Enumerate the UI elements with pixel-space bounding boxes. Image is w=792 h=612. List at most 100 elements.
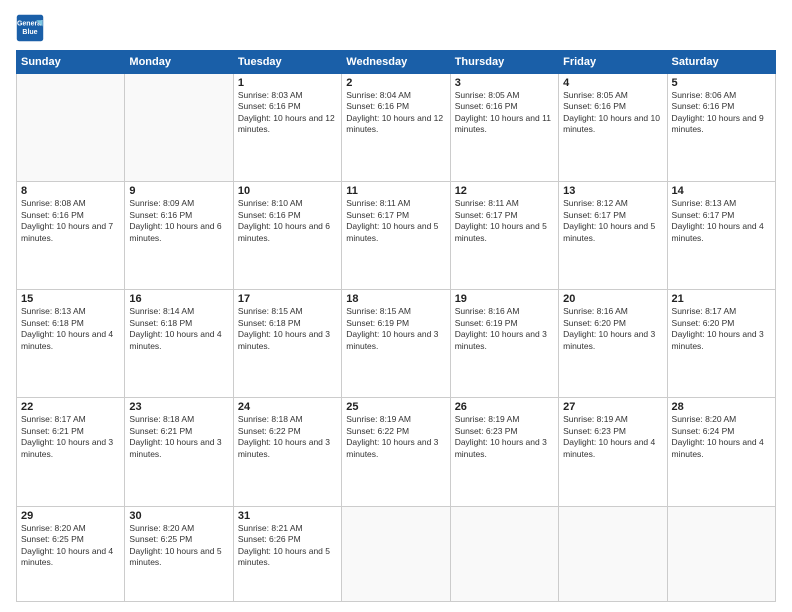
calendar-cell: 20Sunrise: 8:16 AM Sunset: 6:20 PM Dayli… (559, 290, 667, 398)
day-info: Sunrise: 8:16 AM Sunset: 6:20 PM Dayligh… (563, 306, 662, 352)
day-info: Sunrise: 8:10 AM Sunset: 6:16 PM Dayligh… (238, 198, 337, 244)
header-tuesday: Tuesday (233, 51, 341, 74)
day-info: Sunrise: 8:03 AM Sunset: 6:16 PM Dayligh… (238, 90, 337, 136)
calendar-cell (667, 506, 775, 601)
calendar-week-row: 22Sunrise: 8:17 AM Sunset: 6:21 PM Dayli… (17, 398, 776, 506)
header-thursday: Thursday (450, 51, 558, 74)
day-number: 12 (455, 185, 554, 197)
day-number: 15 (21, 293, 120, 305)
day-info: Sunrise: 8:13 AM Sunset: 6:17 PM Dayligh… (672, 198, 771, 244)
day-info: Sunrise: 8:09 AM Sunset: 6:16 PM Dayligh… (129, 198, 228, 244)
calendar-cell: 26Sunrise: 8:19 AM Sunset: 6:23 PM Dayli… (450, 398, 558, 506)
day-info: Sunrise: 8:17 AM Sunset: 6:21 PM Dayligh… (21, 414, 120, 460)
day-number: 27 (563, 401, 662, 413)
logo: General Blue (16, 14, 44, 42)
day-info: Sunrise: 8:19 AM Sunset: 6:23 PM Dayligh… (563, 414, 662, 460)
day-info: Sunrise: 8:20 AM Sunset: 6:25 PM Dayligh… (129, 523, 228, 569)
day-number: 22 (21, 401, 120, 413)
day-number: 2 (346, 77, 445, 89)
calendar-header-row: SundayMondayTuesdayWednesdayThursdayFrid… (17, 51, 776, 74)
day-number: 28 (672, 401, 771, 413)
day-info: Sunrise: 8:14 AM Sunset: 6:18 PM Dayligh… (129, 306, 228, 352)
day-number: 1 (238, 77, 337, 89)
calendar-week-row: 1Sunrise: 8:03 AM Sunset: 6:16 PM Daylig… (17, 74, 776, 182)
calendar-cell: 21Sunrise: 8:17 AM Sunset: 6:20 PM Dayli… (667, 290, 775, 398)
calendar-cell: 3Sunrise: 8:05 AM Sunset: 6:16 PM Daylig… (450, 74, 558, 182)
day-number: 9 (129, 185, 228, 197)
calendar-cell: 16Sunrise: 8:14 AM Sunset: 6:18 PM Dayli… (125, 290, 233, 398)
day-info: Sunrise: 8:13 AM Sunset: 6:18 PM Dayligh… (21, 306, 120, 352)
calendar-cell: 17Sunrise: 8:15 AM Sunset: 6:18 PM Dayli… (233, 290, 341, 398)
page-header: General Blue (16, 14, 776, 42)
calendar-cell: 15Sunrise: 8:13 AM Sunset: 6:18 PM Dayli… (17, 290, 125, 398)
calendar-cell (125, 74, 233, 182)
calendar-cell: 4Sunrise: 8:05 AM Sunset: 6:16 PM Daylig… (559, 74, 667, 182)
calendar-cell: 5Sunrise: 8:06 AM Sunset: 6:16 PM Daylig… (667, 74, 775, 182)
day-info: Sunrise: 8:20 AM Sunset: 6:25 PM Dayligh… (21, 523, 120, 569)
day-number: 18 (346, 293, 445, 305)
day-number: 23 (129, 401, 228, 413)
calendar-cell: 31Sunrise: 8:21 AM Sunset: 6:26 PM Dayli… (233, 506, 341, 601)
header-wednesday: Wednesday (342, 51, 450, 74)
calendar-week-row: 8Sunrise: 8:08 AM Sunset: 6:16 PM Daylig… (17, 182, 776, 290)
calendar-cell: 11Sunrise: 8:11 AM Sunset: 6:17 PM Dayli… (342, 182, 450, 290)
calendar-cell (342, 506, 450, 601)
day-info: Sunrise: 8:18 AM Sunset: 6:22 PM Dayligh… (238, 414, 337, 460)
day-info: Sunrise: 8:17 AM Sunset: 6:20 PM Dayligh… (672, 306, 771, 352)
day-info: Sunrise: 8:16 AM Sunset: 6:19 PM Dayligh… (455, 306, 554, 352)
day-info: Sunrise: 8:21 AM Sunset: 6:26 PM Dayligh… (238, 523, 337, 569)
day-number: 26 (455, 401, 554, 413)
day-number: 4 (563, 77, 662, 89)
day-info: Sunrise: 8:11 AM Sunset: 6:17 PM Dayligh… (455, 198, 554, 244)
calendar-cell (17, 74, 125, 182)
day-number: 24 (238, 401, 337, 413)
day-info: Sunrise: 8:12 AM Sunset: 6:17 PM Dayligh… (563, 198, 662, 244)
day-info: Sunrise: 8:19 AM Sunset: 6:23 PM Dayligh… (455, 414, 554, 460)
day-number: 31 (238, 510, 337, 522)
calendar-cell (559, 506, 667, 601)
day-number: 29 (21, 510, 120, 522)
calendar-cell: 9Sunrise: 8:09 AM Sunset: 6:16 PM Daylig… (125, 182, 233, 290)
day-info: Sunrise: 8:08 AM Sunset: 6:16 PM Dayligh… (21, 198, 120, 244)
calendar-cell: 22Sunrise: 8:17 AM Sunset: 6:21 PM Dayli… (17, 398, 125, 506)
day-number: 21 (672, 293, 771, 305)
day-info: Sunrise: 8:05 AM Sunset: 6:16 PM Dayligh… (563, 90, 662, 136)
day-number: 8 (21, 185, 120, 197)
day-info: Sunrise: 8:19 AM Sunset: 6:22 PM Dayligh… (346, 414, 445, 460)
calendar-week-row: 29Sunrise: 8:20 AM Sunset: 6:25 PM Dayli… (17, 506, 776, 601)
calendar-cell: 2Sunrise: 8:04 AM Sunset: 6:16 PM Daylig… (342, 74, 450, 182)
calendar-week-row: 15Sunrise: 8:13 AM Sunset: 6:18 PM Dayli… (17, 290, 776, 398)
calendar-cell: 13Sunrise: 8:12 AM Sunset: 6:17 PM Dayli… (559, 182, 667, 290)
calendar-cell: 29Sunrise: 8:20 AM Sunset: 6:25 PM Dayli… (17, 506, 125, 601)
day-number: 13 (563, 185, 662, 197)
calendar-cell: 14Sunrise: 8:13 AM Sunset: 6:17 PM Dayli… (667, 182, 775, 290)
day-number: 30 (129, 510, 228, 522)
svg-text:Blue: Blue (22, 29, 37, 36)
calendar-cell: 27Sunrise: 8:19 AM Sunset: 6:23 PM Dayli… (559, 398, 667, 506)
day-number: 3 (455, 77, 554, 89)
calendar-cell: 8Sunrise: 8:08 AM Sunset: 6:16 PM Daylig… (17, 182, 125, 290)
calendar-cell: 24Sunrise: 8:18 AM Sunset: 6:22 PM Dayli… (233, 398, 341, 506)
calendar-cell: 25Sunrise: 8:19 AM Sunset: 6:22 PM Dayli… (342, 398, 450, 506)
day-number: 14 (672, 185, 771, 197)
calendar-cell: 1Sunrise: 8:03 AM Sunset: 6:16 PM Daylig… (233, 74, 341, 182)
day-info: Sunrise: 8:20 AM Sunset: 6:24 PM Dayligh… (672, 414, 771, 460)
day-info: Sunrise: 8:15 AM Sunset: 6:19 PM Dayligh… (346, 306, 445, 352)
calendar-cell: 19Sunrise: 8:16 AM Sunset: 6:19 PM Dayli… (450, 290, 558, 398)
day-number: 20 (563, 293, 662, 305)
header-saturday: Saturday (667, 51, 775, 74)
day-info: Sunrise: 8:15 AM Sunset: 6:18 PM Dayligh… (238, 306, 337, 352)
day-info: Sunrise: 8:06 AM Sunset: 6:16 PM Dayligh… (672, 90, 771, 136)
day-number: 11 (346, 185, 445, 197)
day-number: 25 (346, 401, 445, 413)
day-number: 10 (238, 185, 337, 197)
header-monday: Monday (125, 51, 233, 74)
day-number: 19 (455, 293, 554, 305)
calendar-cell (450, 506, 558, 601)
day-info: Sunrise: 8:18 AM Sunset: 6:21 PM Dayligh… (129, 414, 228, 460)
calendar-cell: 10Sunrise: 8:10 AM Sunset: 6:16 PM Dayli… (233, 182, 341, 290)
day-number: 5 (672, 77, 771, 89)
calendar-cell: 23Sunrise: 8:18 AM Sunset: 6:21 PM Dayli… (125, 398, 233, 506)
calendar-cell: 18Sunrise: 8:15 AM Sunset: 6:19 PM Dayli… (342, 290, 450, 398)
calendar-table: SundayMondayTuesdayWednesdayThursdayFrid… (16, 50, 776, 602)
